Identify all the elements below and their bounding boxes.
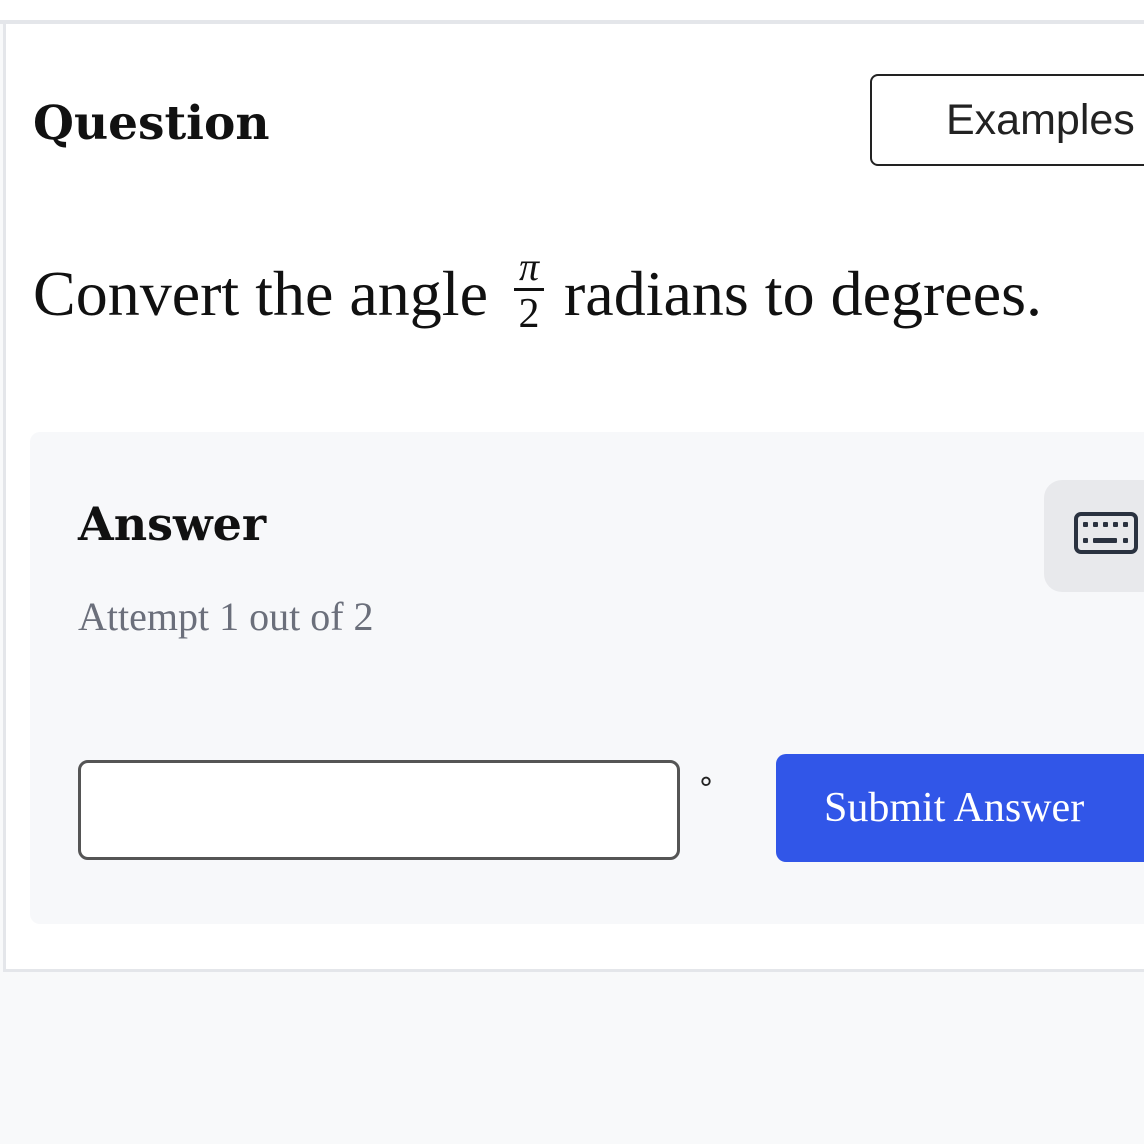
keyboard-toggle-button[interactable] — [1044, 480, 1144, 592]
question-heading: Question — [33, 96, 270, 151]
answer-panel: Answer Attempt 1 out of 2 ° Submit Answe… — [30, 432, 1144, 924]
degree-unit-label: ° — [698, 772, 714, 807]
pi-over-two-fraction: π 2 — [513, 244, 544, 337]
attempt-counter: Attempt 1 out of 2 — [78, 594, 374, 639]
question-card: Question Examples Convert the angle π 2 … — [3, 24, 1144, 972]
question-text-before: Convert the angle — [33, 257, 488, 329]
question-text-after: radians to degrees. — [563, 257, 1042, 329]
answer-input[interactable] — [78, 760, 680, 860]
fraction-numerator: π — [518, 244, 539, 289]
answer-heading: Answer — [78, 497, 267, 551]
examples-button[interactable]: Examples — [870, 74, 1144, 166]
page: { "question": { "heading": "Question", "… — [0, 0, 1144, 1144]
question-text: Convert the angle π 2 radians to degrees… — [33, 244, 1042, 337]
keyboard-icon — [1074, 512, 1138, 554]
top-strip — [0, 0, 1144, 24]
submit-answer-button[interactable]: Submit Answer — [776, 754, 1144, 862]
fraction-denominator: 2 — [518, 291, 540, 337]
